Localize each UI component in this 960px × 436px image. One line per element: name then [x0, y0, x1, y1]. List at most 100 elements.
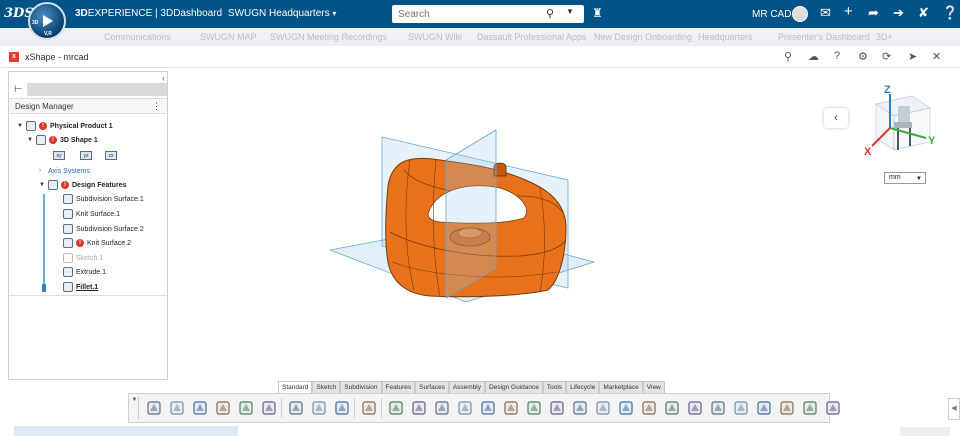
- subdiv-cube-icon[interactable]: [433, 399, 451, 417]
- tab-7[interactable]: Presenter's Dashboard: [778, 32, 870, 42]
- new-icon[interactable]: [145, 399, 163, 417]
- tag-icon[interactable]: ♜: [592, 6, 603, 20]
- help-icon[interactable]: [333, 399, 351, 417]
- tab-1[interactable]: SWUGN MAP: [200, 32, 257, 42]
- cut-icon[interactable]: [640, 399, 658, 417]
- tab-3[interactable]: SWUGN Wiki: [408, 32, 462, 42]
- tab-0[interactable]: Communications: [104, 32, 171, 42]
- unit-select[interactable]: mm ▼: [884, 172, 926, 184]
- refresh-icon[interactable]: ⟳: [882, 50, 891, 63]
- pattern-icon[interactable]: [755, 399, 773, 417]
- plus-icon[interactable]: +: [844, 3, 853, 20]
- subdiv-grid-icon[interactable]: [410, 399, 428, 417]
- tab-sketch[interactable]: Sketch: [312, 381, 341, 393]
- chat-icon[interactable]: ✉: [820, 5, 831, 21]
- shell-icon[interactable]: [801, 399, 819, 417]
- search-input[interactable]: [392, 5, 532, 23]
- thicken-icon[interactable]: [617, 399, 635, 417]
- tab-4[interactable]: Dassault Professional Apps: [477, 32, 587, 42]
- tree-node-sketch-1[interactable]: Sketch.1: [63, 252, 103, 264]
- search-scope-chevron-icon[interactable]: ▼: [566, 7, 574, 16]
- action-bar-handle-icon[interactable]: ▼: [131, 397, 139, 419]
- surface-icon[interactable]: [456, 399, 474, 417]
- help-icon[interactable]: ?: [834, 50, 840, 62]
- tree-node-subdivision-surface-2[interactable]: Subdivision Surface.2: [63, 223, 144, 235]
- tab-6[interactable]: Headquarters: [698, 32, 753, 42]
- platform-brand[interactable]: 3DEXPERIENCE | 3DDashboard SWUGN Headqua…: [75, 8, 336, 19]
- 3d-compass[interactable]: 3D V,R: [28, 2, 66, 40]
- yz-plane-icon[interactable]: yz: [80, 151, 92, 160]
- cloud-icon[interactable]: ☁: [808, 50, 819, 63]
- solid-icon[interactable]: [479, 399, 497, 417]
- back-arrow-button[interactable]: ‹: [824, 108, 848, 128]
- sketch-icon[interactable]: [360, 399, 378, 417]
- expand-arrow-icon[interactable]: ▼: [17, 123, 23, 129]
- close-icon[interactable]: ✕: [932, 50, 941, 63]
- tab-tools[interactable]: Tools: [542, 381, 567, 393]
- save-all-icon[interactable]: [214, 399, 232, 417]
- split-icon[interactable]: [594, 399, 612, 417]
- tab-assembly[interactable]: Assembly: [448, 381, 486, 393]
- box-icon[interactable]: [778, 399, 796, 417]
- tab-8[interactable]: 3D+: [876, 32, 893, 42]
- tree-node-3d-shape[interactable]: ▼ ! 3D Shape 1: [27, 134, 98, 146]
- more-options-icon[interactable]: ⋮: [152, 101, 161, 112]
- collapse-panel-icon[interactable]: ‹: [162, 73, 165, 83]
- tree-node-axis-systems[interactable]: › Axis Systems: [39, 165, 90, 177]
- tools-icon[interactable]: ✘: [918, 5, 929, 21]
- tab-standard[interactable]: Standard: [278, 381, 313, 393]
- sweep-icon[interactable]: [502, 399, 520, 417]
- tree-node-physical-product[interactable]: ▼ ! Physical Product 1: [17, 120, 113, 132]
- xy-plane-icon[interactable]: xy: [53, 151, 65, 160]
- expand-arrow-icon[interactable]: ▼: [39, 182, 45, 188]
- settings-icon[interactable]: [260, 399, 278, 417]
- tab-subdivision[interactable]: Subdivision: [340, 381, 382, 393]
- network-icon[interactable]: ➔: [893, 5, 904, 21]
- fill-icon[interactable]: [571, 399, 589, 417]
- panel-filter-field[interactable]: [27, 83, 167, 96]
- ds-logo[interactable]: 3DS: [4, 6, 34, 22]
- expand-arrow-icon[interactable]: ›: [39, 168, 45, 174]
- tree-node-knit-surface-1[interactable]: Knit Surface.1: [63, 208, 120, 220]
- expand-arrow-icon[interactable]: ▼: [27, 137, 33, 143]
- tab-2[interactable]: SWUGN Meeting Recordings: [270, 32, 387, 42]
- extrude-face-icon[interactable]: [525, 399, 543, 417]
- gear-icon[interactable]: ⚙: [858, 50, 868, 63]
- tab-design-guidance[interactable]: Design Guidance: [485, 381, 543, 393]
- tab-marketplace[interactable]: Marketplace: [599, 381, 643, 393]
- side-panel-toggle[interactable]: ◀: [948, 398, 960, 420]
- tab-features[interactable]: Features: [381, 381, 416, 393]
- mirror-icon[interactable]: [663, 399, 681, 417]
- blend-icon[interactable]: [732, 399, 750, 417]
- share-icon[interactable]: ➦: [868, 5, 879, 21]
- tree-icon[interactable]: ⊢: [14, 84, 23, 95]
- tab-5[interactable]: New Design Onboarding: [594, 32, 692, 42]
- tree-node-subdivision-surface-1[interactable]: Subdivision Surface.1: [63, 193, 144, 205]
- tree-node-knit-surface-2[interactable]: ! Knit Surface.2: [63, 237, 131, 249]
- tree-node-fillet-1[interactable]: Fillet.1: [63, 281, 98, 293]
- tab-lifecycle[interactable]: Lifecycle: [566, 381, 600, 393]
- subdiv-box-icon[interactable]: [387, 399, 405, 417]
- loft-icon[interactable]: [548, 399, 566, 417]
- tab-view[interactable]: View: [642, 381, 665, 393]
- sphere-icon[interactable]: [709, 399, 727, 417]
- chamfer-icon[interactable]: [824, 399, 842, 417]
- search-icon[interactable]: ⚲: [546, 7, 554, 20]
- tab-surfaces[interactable]: Surfaces: [415, 381, 449, 393]
- tree-node-design-features[interactable]: ▼ ! Design Features: [39, 179, 126, 191]
- tree-node-extrude-1[interactable]: Extrude.1: [63, 266, 106, 278]
- chevron-down-icon[interactable]: ▾: [332, 9, 336, 18]
- search-icon[interactable]: ⚲: [784, 50, 792, 63]
- avatar[interactable]: [792, 6, 808, 22]
- open-icon[interactable]: [168, 399, 186, 417]
- help-icon[interactable]: ❔: [942, 5, 958, 21]
- undo-icon[interactable]: [287, 399, 305, 417]
- pin-icon[interactable]: ➤: [908, 50, 917, 63]
- draft-icon[interactable]: [686, 399, 704, 417]
- zx-plane-icon[interactable]: zx: [105, 151, 117, 160]
- user-name[interactable]: MR CAD: [752, 9, 791, 20]
- save-icon[interactable]: [191, 399, 209, 417]
- space-name[interactable]: SWUGN Headquarters: [228, 8, 330, 19]
- redo-icon[interactable]: [310, 399, 328, 417]
- properties-icon[interactable]: [237, 399, 255, 417]
